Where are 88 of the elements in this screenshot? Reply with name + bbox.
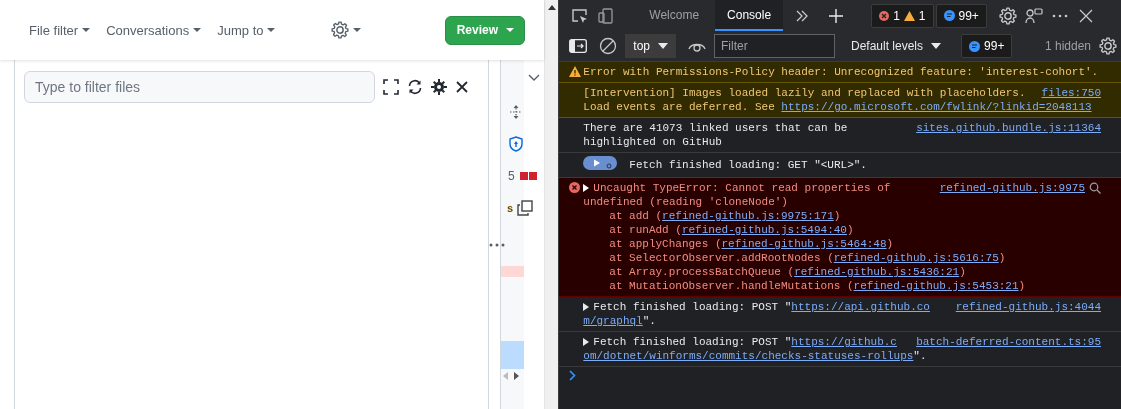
source-link[interactable]: refined-github.js:9975:171: [662, 210, 834, 222]
add-tab-icon[interactable]: [828, 7, 845, 24]
filter-menu[interactable]: Conversations: [106, 22, 202, 38]
warning-icon: [903, 10, 915, 21]
message-count: 99+: [958, 8, 979, 23]
change-marker-icon: [520, 172, 538, 180]
levels-dropdown[interactable]: Default levels: [845, 38, 948, 54]
console-message: [Intervention] Images loaded lazily and replaced with placeholders.: [583, 86, 1026, 100]
clear-console-icon[interactable]: [599, 37, 618, 55]
scroll-up-arrow-icon[interactable]: [547, 5, 556, 10]
scroll-thumb[interactable]: [501, 341, 525, 369]
settings-icon[interactable]: [998, 6, 1017, 25]
filter-files-field[interactable]: Type to filter files: [24, 71, 375, 103]
source-link[interactable]: sites.github.bundle.js:11364: [916, 121, 1101, 135]
console-message: m/graphql".: [583, 315, 656, 327]
expand-arrow-icon[interactable]: [583, 303, 590, 311]
filter-menu[interactable]: Jump to: [217, 22, 276, 38]
copy-icon[interactable]: [517, 200, 533, 216]
move-icon[interactable]: [509, 104, 523, 120]
console-message: Fetch finished loading: POST "https://api.github.co: [593, 300, 930, 314]
source-link[interactable]: refined-github.js:9975: [939, 181, 1085, 195]
source-link[interactable]: files:750: [1041, 86, 1101, 100]
source-link[interactable]: refined-github.js:5616:75: [833, 252, 999, 264]
messages-counter[interactable]: 99+: [961, 34, 1013, 58]
error-count: 1: [893, 8, 900, 23]
console-message: Error with Permissions-Policy header: Unrecognized feature: 'interest-cohort'.: [583, 65, 1099, 79]
sidebar-toggle-icon[interactable]: [569, 39, 588, 53]
inspect-icon[interactable]: [571, 7, 590, 24]
more-tabs-icon[interactable]: [796, 9, 809, 22]
stack-frame: at SelectorObserver.addRootNodes (refined-github.js:5616:75): [609, 251, 1101, 265]
message-icon: [969, 40, 981, 52]
stack-frame: at add (refined-github.js:9975:171): [609, 209, 1101, 223]
stack-frame: at MutationObserver.handleMutations (refined-github.js:5453:21): [609, 279, 1101, 293]
console-message: om/dotnet/winforms/commits/checks-statuses-rollups".: [583, 350, 927, 362]
settings-icon: [331, 21, 350, 39]
expand-arrow-icon[interactable]: [583, 338, 590, 346]
more-options-icon[interactable]: [1051, 13, 1068, 18]
hidden-count: 1 hidden: [1044, 39, 1091, 53]
source-link[interactable]: refined-github.js:5494:40: [681, 224, 847, 236]
console-message: Fetch finished loading: GET "<URL>".: [629, 158, 867, 172]
prompt-chevron-icon[interactable]: [569, 370, 577, 381]
file-type-label: s: [507, 202, 515, 214]
shield-icon: [509, 136, 523, 152]
source-link[interactable]: refined-github.js:5436:21: [794, 266, 960, 278]
settings-icon[interactable]: [431, 79, 447, 95]
settings-icon[interactable]: [1099, 37, 1117, 55]
devtools-tab[interactable]: Console: [715, 0, 784, 31]
stack-frame: at runAdd (refined-github.js:5494:40): [609, 223, 1101, 237]
warning-count: 1: [918, 8, 926, 23]
console-message: highlighted on GitHub: [583, 136, 722, 148]
refresh-icon[interactable]: [407, 79, 423, 95]
stack-frame: at Array.processBatchQueue (refined-github.js:5436:21): [609, 265, 1101, 279]
url-link[interactable]: https://go.microsoft.com/fwlink/?linkid=2048113: [781, 101, 1092, 113]
console-message: Fetch finished loading: POST "https://github.c: [593, 335, 897, 349]
stack-frame: at applyChanges (refined-github.js:5464:48): [609, 237, 1101, 251]
filter-field[interactable]: Filter: [714, 34, 835, 58]
filter-menu[interactable]: File filter: [29, 22, 91, 38]
url-link[interactable]: https://api.github.co: [791, 301, 930, 313]
devtools-tab[interactable]: Welcome: [637, 0, 712, 31]
diff-marker: [501, 266, 525, 277]
message-count: 99+: [984, 39, 1005, 53]
chevron-down-icon[interactable]: [528, 74, 541, 82]
source-link[interactable]: refined-github.js:5464:48: [721, 238, 887, 250]
console-message: Load events are deferred. See https://go.microsoft.com/fwlink/?linkid=2048113: [583, 101, 1092, 113]
close-icon[interactable]: [455, 80, 469, 94]
source-link[interactable]: refined-github.js:4044: [955, 300, 1101, 314]
device-icon[interactable]: [598, 7, 615, 24]
source-link[interactable]: refined-github.js:5453:21: [853, 280, 1019, 292]
count-label: 5: [508, 169, 516, 183]
issues-counter[interactable]: 1 1: [871, 3, 934, 28]
console-message: undefined (reading 'cloneNode'): [583, 196, 788, 208]
search-icon[interactable]: [1089, 182, 1101, 194]
url-link[interactable]: om/dotnet/winforms/commits/checks-statuses-rollups: [583, 350, 914, 362]
message-icon: [943, 10, 955, 21]
scroll-right-icon[interactable]: [514, 372, 519, 380]
error-icon: [879, 10, 890, 21]
url-link[interactable]: https://github.c: [791, 336, 897, 348]
feedback-icon[interactable]: [1024, 7, 1043, 24]
drag-handle-icon[interactable]: [489, 243, 505, 247]
messages-counter[interactable]: 99+: [935, 3, 987, 28]
settings-menu[interactable]: [331, 21, 362, 39]
url-link[interactable]: m/graphql: [583, 315, 643, 327]
source-link[interactable]: batch-deferred-content.ts:95: [916, 335, 1101, 349]
play-badge-icon[interactable]: [583, 156, 618, 170]
context-dropdown[interactable]: top: [625, 34, 676, 58]
fullscreen-icon[interactable]: [383, 79, 399, 95]
console-message: There are 41073 linked users that can be: [583, 121, 848, 135]
console-message: Uncaught TypeError: Cannot read properties of: [593, 181, 891, 195]
